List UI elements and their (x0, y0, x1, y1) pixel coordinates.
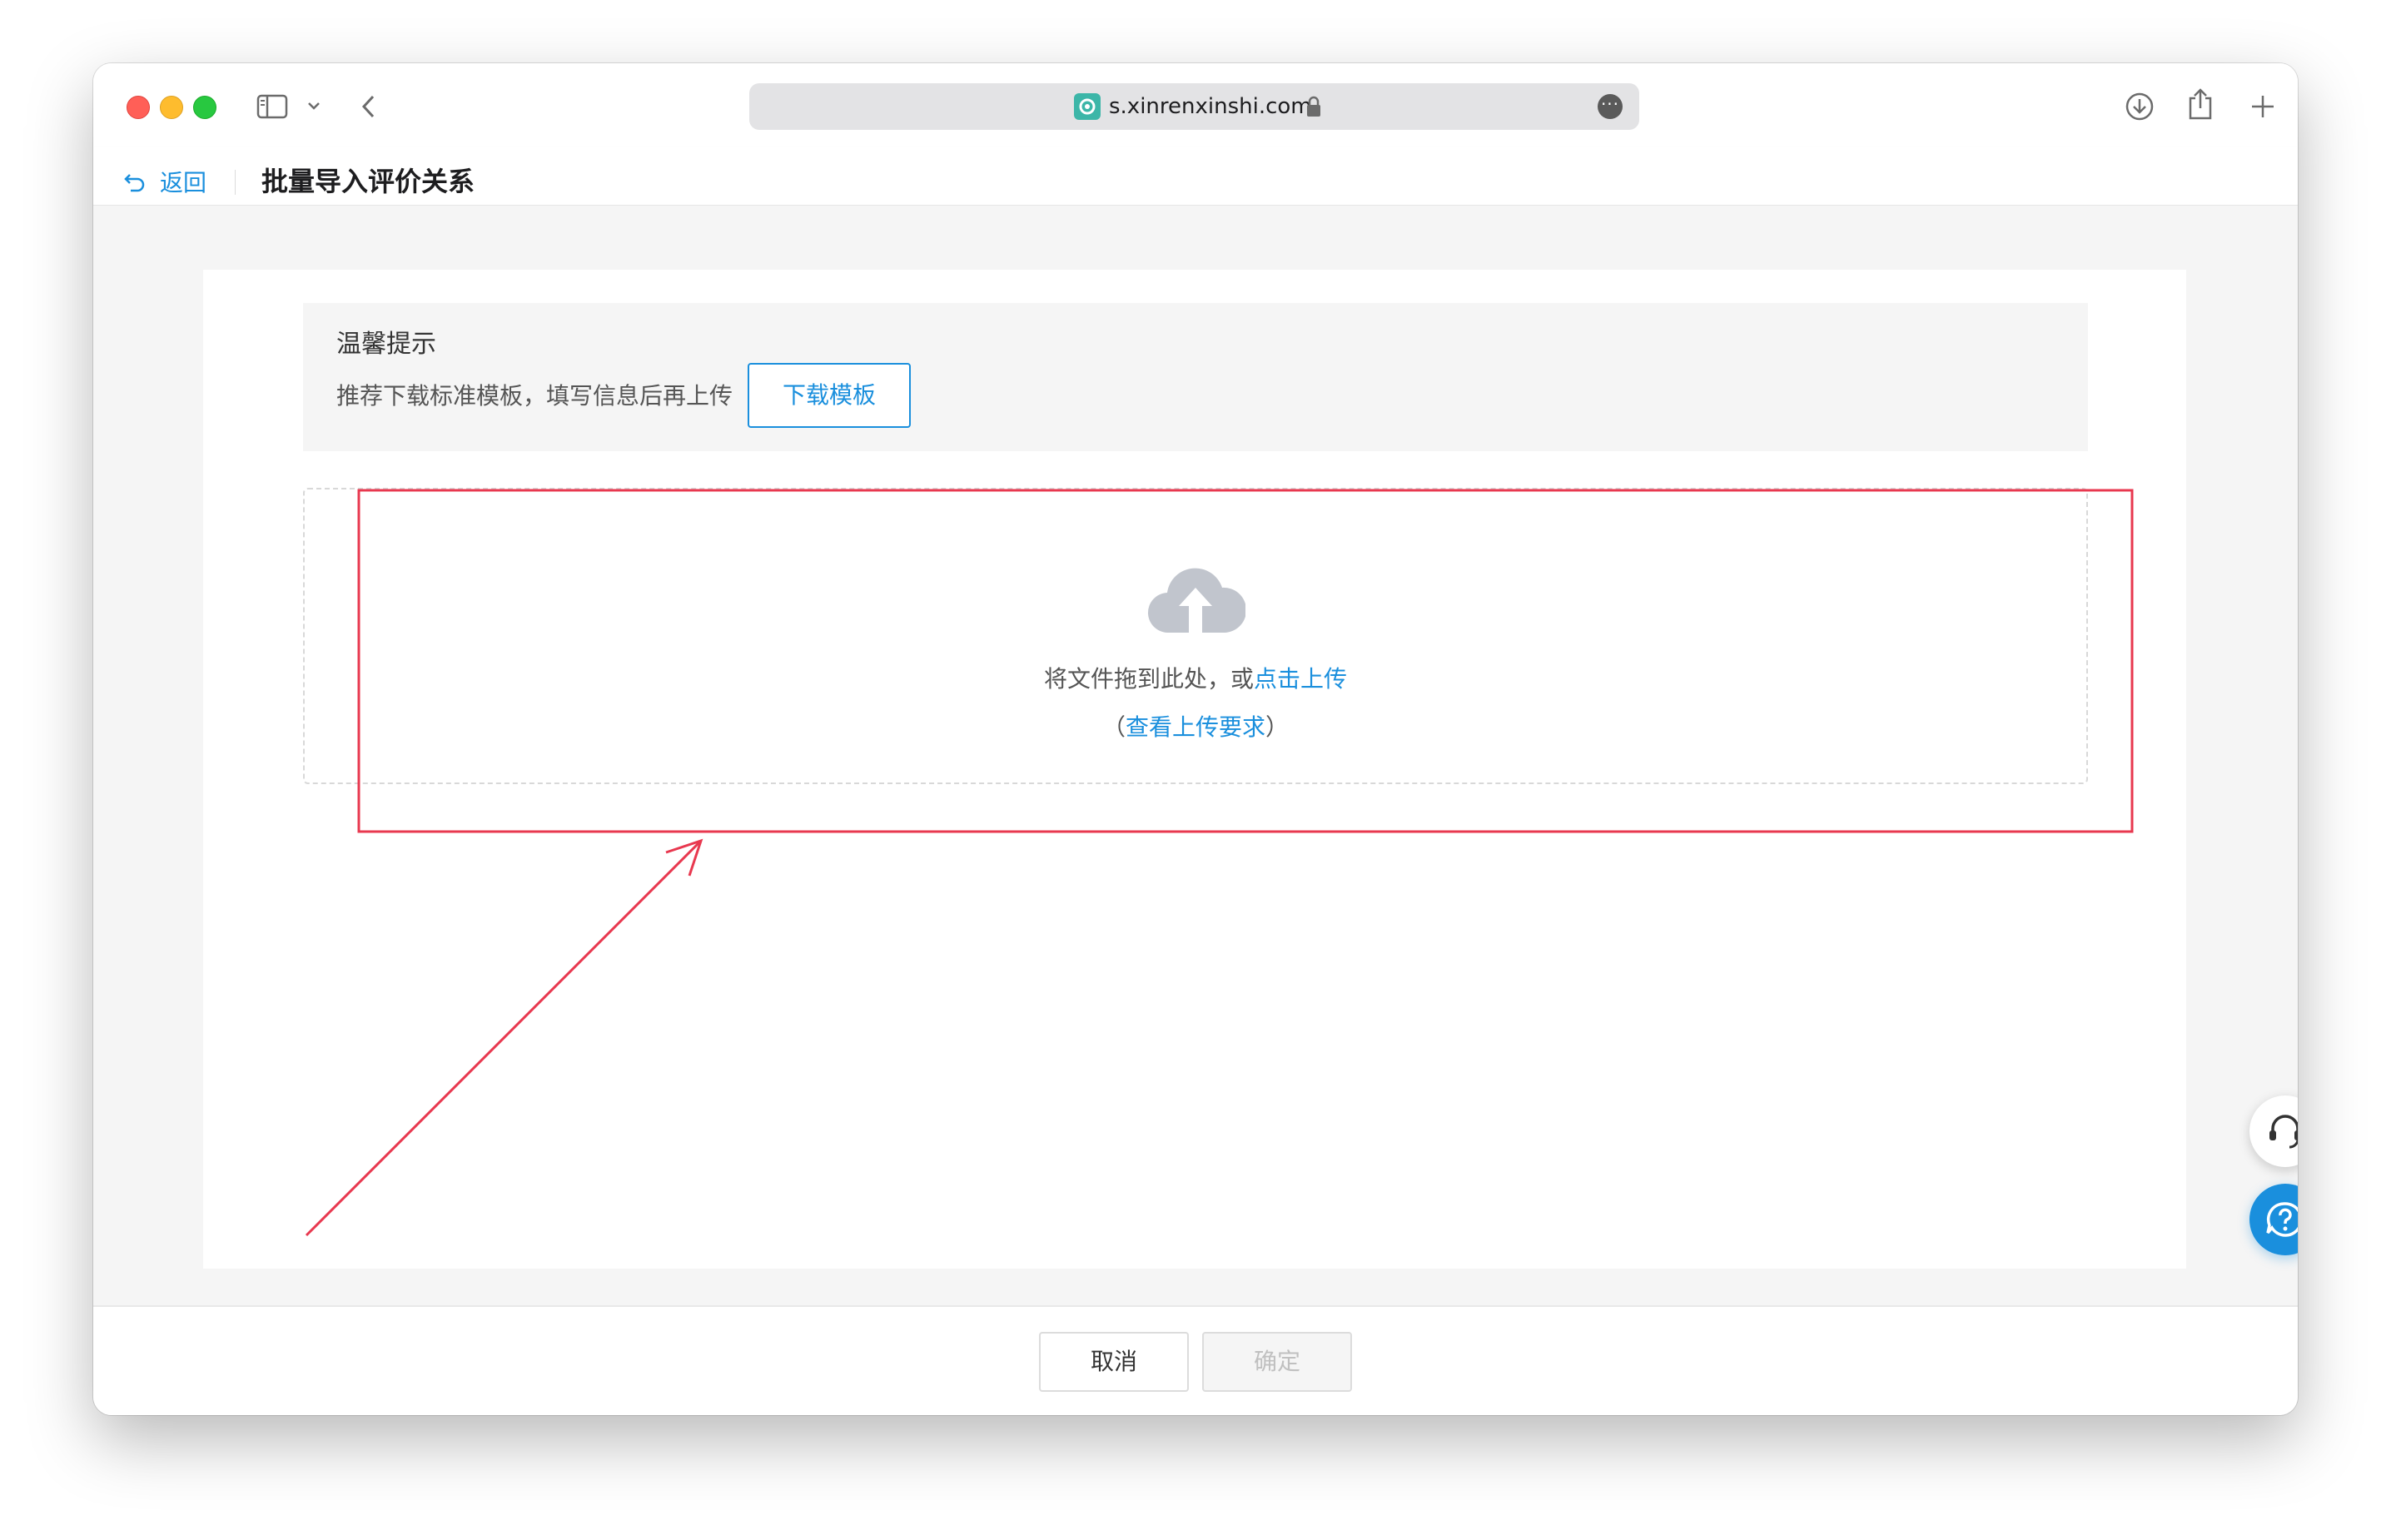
download-icon[interactable] (2125, 92, 2155, 122)
plus-icon[interactable] (2249, 93, 2276, 120)
zoom-window-button[interactable] (193, 96, 216, 119)
tips-text: 推荐下载标准模板，填写信息后再上传 (336, 382, 733, 410)
view-requirements-link[interactable]: 查看上传要求 (1126, 713, 1265, 741)
main-content: 温馨提示 推荐下载标准模板，填写信息后再上传 下载模板 将文件拖到此处，或点击上… (93, 206, 2298, 1305)
page-header: 返回 批量导入评价关系 (93, 147, 2298, 206)
close-window-button[interactable] (127, 96, 150, 119)
share-icon[interactable] (2186, 87, 2215, 122)
drop-instruction: 将文件拖到此处，或点击上传 (305, 663, 2086, 696)
tips-panel: 温馨提示 推荐下载标准模板，填写信息后再上传 下载模板 (303, 303, 2088, 451)
browser-toolbar: s.xinrenxinshi.com ··· (93, 63, 2298, 147)
click-upload-link[interactable]: 点击上传 (1254, 665, 1347, 693)
paren-open: （ (1101, 713, 1126, 741)
browser-window: s.xinrenxinshi.com ··· 返回 批量导入评价关系 温馨提示 … (93, 63, 2298, 1415)
page-title: 批量导入评价关系 (261, 166, 475, 197)
back-label: 返回 (160, 169, 207, 196)
lock-icon (1307, 96, 1320, 117)
cancel-button[interactable]: 取消 (1039, 1332, 1189, 1392)
undo-arrow-icon (124, 174, 145, 192)
import-card: 温馨提示 推荐下载标准模板，填写信息后再上传 下载模板 将文件拖到此处，或点击上… (203, 270, 2186, 1269)
minimize-window-button[interactable] (160, 96, 183, 119)
action-footer: 取消 确定 (93, 1305, 2298, 1415)
header-divider (235, 170, 236, 195)
more-icon[interactable]: ··· (1598, 94, 1623, 119)
paren-close: ） (1265, 713, 1290, 741)
tips-title: 温馨提示 (336, 330, 436, 359)
chevron-down-icon[interactable] (306, 100, 321, 113)
help-button[interactable] (2249, 1184, 2298, 1255)
headset-icon (2269, 1115, 2298, 1149)
back-arrow-icon[interactable] (360, 93, 378, 120)
sidebar-icon[interactable] (256, 93, 288, 120)
download-template-button[interactable]: 下载模板 (748, 363, 911, 428)
drop-text: 将文件拖到此处，或 (1043, 665, 1254, 693)
cloud-upload-icon (1147, 568, 1245, 633)
help-chat-icon (2266, 1202, 2298, 1237)
confirm-button[interactable]: 确定 (1202, 1332, 1352, 1392)
address-bar[interactable]: s.xinrenxinshi.com ··· (749, 83, 1639, 130)
site-favicon-icon (1074, 93, 1101, 120)
upload-dropzone[interactable]: 将文件拖到此处，或点击上传 （查看上传要求） (303, 488, 2088, 784)
customer-service-button[interactable] (2249, 1095, 2298, 1167)
url-text: s.xinrenxinshi.com (1109, 94, 1312, 119)
back-button[interactable]: 返回 (123, 165, 206, 198)
requirements-line: （查看上传要求） (305, 711, 2086, 744)
